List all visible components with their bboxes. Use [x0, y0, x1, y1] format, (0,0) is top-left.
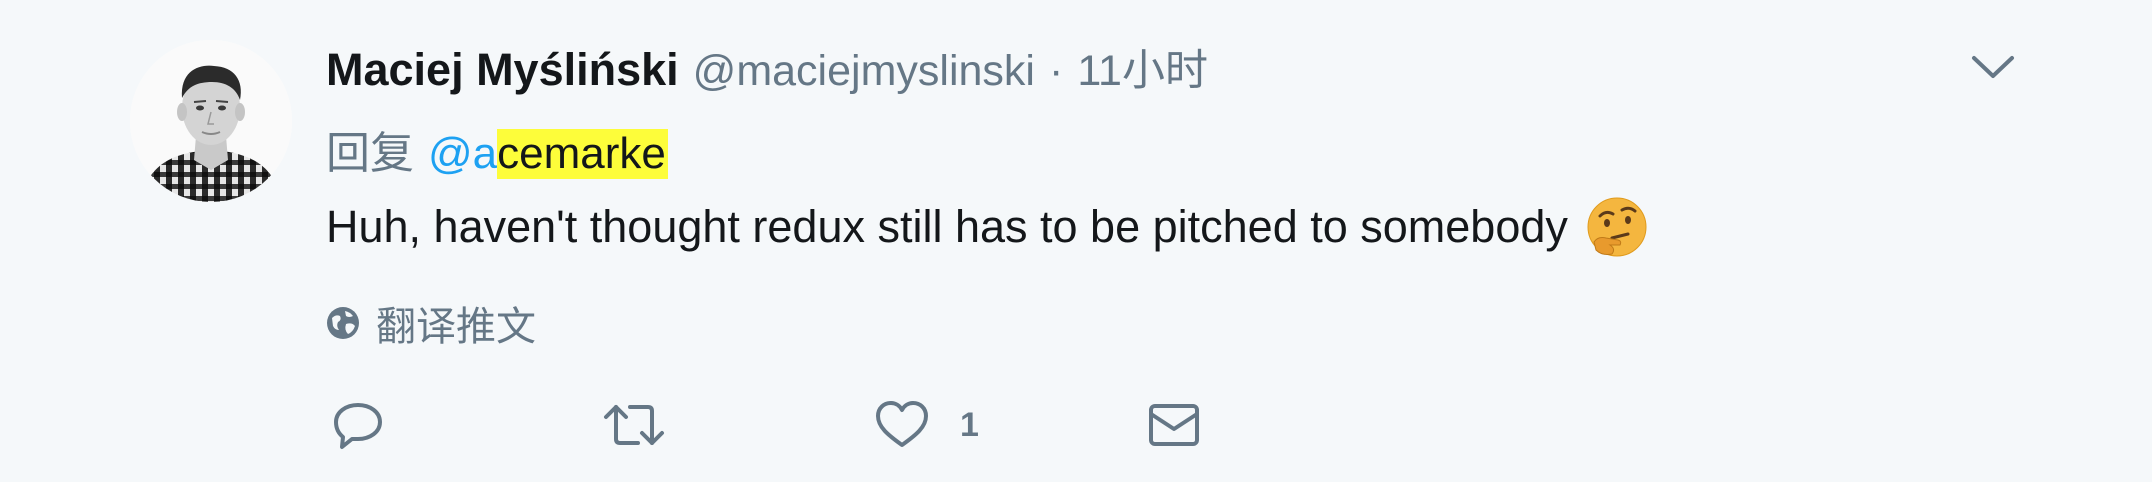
globe-icon — [327, 307, 359, 339]
tweet-timestamp[interactable]: 11小时 — [1077, 36, 1208, 98]
reply-icon — [334, 403, 382, 449]
direct-message-button[interactable] — [1146, 390, 1202, 460]
author-handle[interactable]: @maciejmyslinski — [693, 47, 1035, 96]
mention-highlight: cemarke — [497, 129, 668, 179]
translate-label: 翻译推文 — [376, 305, 536, 349]
tweet-text: Huh, haven't thought redux still has to … — [326, 196, 1648, 258]
like-button[interactable]: 1 — [874, 390, 979, 460]
tweet-header: Maciej Myśliński @maciejmyslinski · 11小时 — [326, 36, 1208, 95]
reply-prefix: 回复 — [326, 129, 414, 178]
tweet-actions: 1 — [330, 390, 1230, 460]
reply-mention-link[interactable]: @a cemarke — [428, 129, 668, 179]
thinking-face-icon — [1586, 196, 1648, 258]
mention-text: @a — [428, 129, 498, 178]
separator-dot: · — [1048, 47, 1064, 95]
mail-icon — [1149, 404, 1199, 446]
reply-context: 回复 @a cemarke — [326, 117, 668, 181]
translate-tweet-link[interactable]: 翻译推文 — [326, 294, 536, 352]
chevron-down-icon[interactable] — [1968, 48, 2018, 88]
retweet-button[interactable] — [602, 390, 666, 460]
avatar[interactable] — [130, 40, 292, 202]
tweet-text-content: Huh, haven't thought redux still has to … — [326, 201, 1568, 252]
author-name[interactable]: Maciej Myśliński — [326, 44, 679, 96]
reply-button[interactable] — [330, 390, 386, 460]
heart-icon — [876, 401, 928, 447]
like-count: 1 — [960, 405, 979, 444]
tweet: Maciej Myśliński @maciejmyslinski · 11小时… — [0, 0, 2152, 482]
retweet-icon — [604, 405, 664, 445]
